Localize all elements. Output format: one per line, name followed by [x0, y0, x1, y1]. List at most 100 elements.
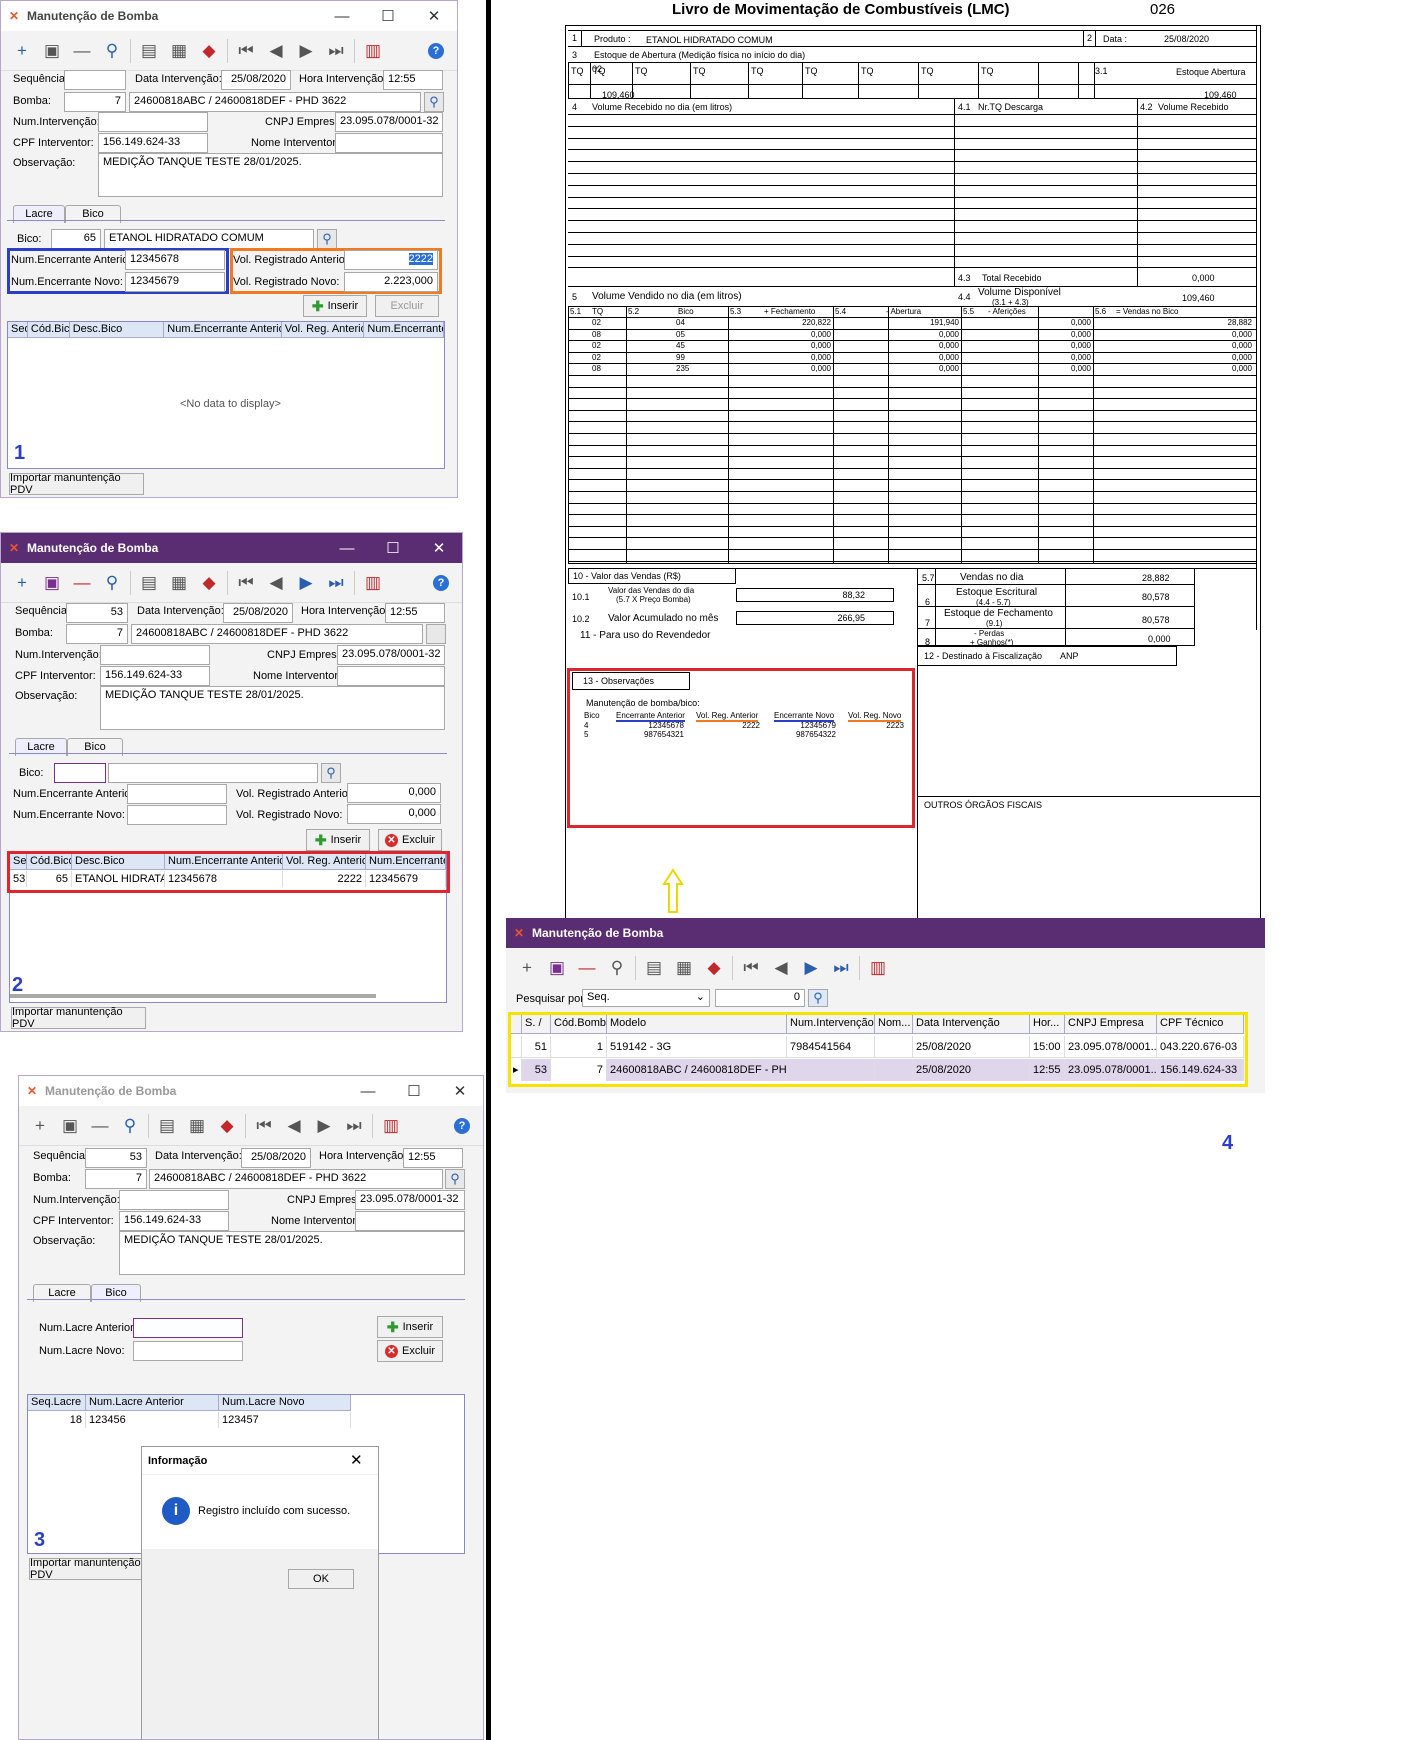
- dialog-close-icon[interactable]: ✕: [350, 1451, 363, 1469]
- grid-col-cod-bico[interactable]: Cód.Bico: [28, 322, 70, 337]
- lacre-anterior-input[interactable]: [133, 1318, 243, 1338]
- first-record-icon[interactable]: ⏮: [231, 569, 261, 597]
- search-input[interactable]: 0: [715, 989, 805, 1007]
- vol-anterior-input[interactable]: 0,000: [347, 783, 441, 803]
- excluir-button[interactable]: ✕ Excluir: [378, 829, 442, 851]
- report-icon[interactable]: ▥: [376, 1112, 406, 1140]
- observacao-textarea[interactable]: MEDIÇÃO TANQUE TESTE 28/01/2025.: [98, 153, 443, 197]
- add-icon[interactable]: +: [7, 569, 37, 597]
- search-button-icon[interactable]: ⚲: [808, 989, 828, 1007]
- grid-col-enc-novo[interactable]: Num.Encerrante N: [364, 322, 445, 337]
- num-intervencao-input[interactable]: [98, 112, 208, 132]
- print-icon[interactable]: ▤: [639, 954, 669, 982]
- bomba-desc-input[interactable]: 24600818ABC / 24600818DEF - PHD 3622: [129, 92, 421, 112]
- next-record-icon[interactable]: ▶: [291, 37, 321, 65]
- bomba-number-input[interactable]: 7: [64, 92, 126, 112]
- nome-interventor-input[interactable]: [355, 1211, 465, 1231]
- search-icon[interactable]: ⚲: [115, 1112, 145, 1140]
- data-intervencao-input[interactable]: 25/08/2020: [221, 70, 291, 90]
- bomba-desc-input[interactable]: 24600818ABC / 24600818DEF - PHD 3622: [149, 1169, 443, 1189]
- lacre-novo-input[interactable]: [133, 1341, 243, 1361]
- search-icon[interactable]: ⚲: [602, 954, 632, 982]
- search-icon[interactable]: ⚲: [97, 569, 127, 597]
- print-icon[interactable]: ▤: [134, 37, 164, 65]
- enc-novo-input[interactable]: 12345679: [125, 272, 225, 292]
- importar-pdv-button[interactable]: Importar manuntenção PDV: [9, 472, 144, 496]
- bomba-number-input[interactable]: 7: [66, 624, 128, 644]
- vol-novo-input[interactable]: 0,000: [347, 804, 441, 824]
- save-icon[interactable]: ▣: [55, 1112, 85, 1140]
- print-icon[interactable]: ▤: [152, 1112, 182, 1140]
- inserir-button[interactable]: ✚ Inserir: [303, 295, 367, 317]
- data-intervencao-input[interactable]: 25/08/2020: [241, 1148, 311, 1168]
- grid-col-seq[interactable]: Seq: [8, 322, 28, 337]
- grid-col-lacre-anterior[interactable]: Num.Lacre Anterior: [86, 1395, 219, 1410]
- vol-anterior-input[interactable]: 2222: [344, 250, 438, 270]
- maximize-icon[interactable]: ☐: [391, 1082, 437, 1100]
- remove-icon[interactable]: —: [67, 37, 97, 65]
- minimize-icon[interactable]: —: [319, 8, 365, 25]
- search-icon[interactable]: ⚲: [97, 37, 127, 65]
- remove-icon[interactable]: —: [572, 954, 602, 982]
- next-record-icon[interactable]: ▶: [291, 569, 321, 597]
- grid-icon[interactable]: ▦: [164, 37, 194, 65]
- bico-search-icon[interactable]: ⚲: [321, 763, 341, 783]
- remove-icon[interactable]: —: [85, 1112, 115, 1140]
- bomba-search-icon[interactable]: ⚲: [424, 92, 444, 112]
- importar-pdv-button[interactable]: Importar manuntenção PDV: [11, 1006, 146, 1030]
- vol-novo-input[interactable]: 2.223,000: [344, 272, 438, 292]
- cnpj-input[interactable]: 23.095.078/0001-32: [337, 645, 445, 665]
- minimize-icon[interactable]: —: [324, 540, 370, 557]
- last-record-icon[interactable]: ⏭: [826, 954, 856, 982]
- cnpj-input[interactable]: 23.095.078/0001-32: [355, 1190, 465, 1210]
- grid-icon[interactable]: ▦: [669, 954, 699, 982]
- prev-record-icon[interactable]: ◀: [261, 569, 291, 597]
- prev-record-icon[interactable]: ◀: [766, 954, 796, 982]
- observacao-textarea[interactable]: MEDIÇÃO TANQUE TESTE 28/01/2025.: [100, 686, 445, 730]
- bomba-search-icon[interactable]: ⚲: [445, 1169, 465, 1189]
- help-icon[interactable]: ?: [426, 569, 456, 597]
- last-record-icon[interactable]: ⏭: [321, 37, 351, 65]
- minimize-icon[interactable]: —: [345, 1083, 391, 1100]
- inserir-button[interactable]: ✚ Inserir: [306, 829, 370, 851]
- sequencia-input[interactable]: 53: [85, 1148, 147, 1168]
- first-record-icon[interactable]: ⏮: [249, 1112, 279, 1140]
- prev-record-icon[interactable]: ◀: [261, 37, 291, 65]
- bomba-desc-input[interactable]: 24600818ABC / 24600818DEF - PHD 3622: [131, 624, 423, 644]
- report-icon[interactable]: ▥: [358, 37, 388, 65]
- add-icon[interactable]: +: [25, 1112, 55, 1140]
- eraser-icon[interactable]: ◆: [699, 954, 729, 982]
- help-icon[interactable]: ?: [447, 1112, 477, 1140]
- first-record-icon[interactable]: ⏮: [736, 954, 766, 982]
- help-icon[interactable]: ?: [421, 37, 451, 65]
- grid-col-lacre-novo[interactable]: Num.Lacre Novo: [219, 1395, 351, 1410]
- bomba-number-input[interactable]: 7: [85, 1169, 147, 1189]
- cpf-input[interactable]: 156.149.624-33: [100, 666, 210, 686]
- search-field-select[interactable]: Seq. ⌄: [582, 989, 710, 1007]
- next-record-icon[interactable]: ▶: [309, 1112, 339, 1140]
- eraser-icon[interactable]: ◆: [194, 569, 224, 597]
- inserir-button[interactable]: ✚ Inserir: [377, 1316, 443, 1338]
- dialog-ok-button[interactable]: OK: [288, 1569, 354, 1589]
- grid-icon[interactable]: ▦: [164, 569, 194, 597]
- bico-desc-input[interactable]: [108, 763, 318, 783]
- add-icon[interactable]: +: [512, 954, 542, 982]
- close-icon[interactable]: ✕: [411, 7, 457, 25]
- bico-number-input[interactable]: [54, 763, 106, 783]
- nome-interventor-input[interactable]: [337, 666, 445, 686]
- remove-icon[interactable]: —: [67, 569, 97, 597]
- enc-anterior-input[interactable]: [127, 784, 227, 804]
- save-icon[interactable]: ▣: [37, 569, 67, 597]
- observacao-textarea[interactable]: MEDIÇÃO TANQUE TESTE 28/01/2025.: [119, 1231, 465, 1275]
- horizontal-scrollbar[interactable]: [10, 994, 376, 998]
- enc-anterior-input[interactable]: 12345678: [125, 250, 225, 270]
- data-intervencao-input[interactable]: 25/08/2020: [223, 603, 293, 623]
- close-icon[interactable]: ✕: [437, 1082, 483, 1100]
- last-record-icon[interactable]: ⏭: [321, 569, 351, 597]
- excluir-button[interactable]: ✕ Excluir: [377, 1340, 443, 1362]
- grid-col-seq-lacre[interactable]: Seq.Lacre: [28, 1395, 86, 1410]
- bico-desc-input[interactable]: ETANOL HIDRATADO COMUM: [104, 229, 314, 249]
- save-icon[interactable]: ▣: [542, 954, 572, 982]
- grid-icon[interactable]: ▦: [182, 1112, 212, 1140]
- cpf-input[interactable]: 156.149.624-33: [119, 1211, 229, 1231]
